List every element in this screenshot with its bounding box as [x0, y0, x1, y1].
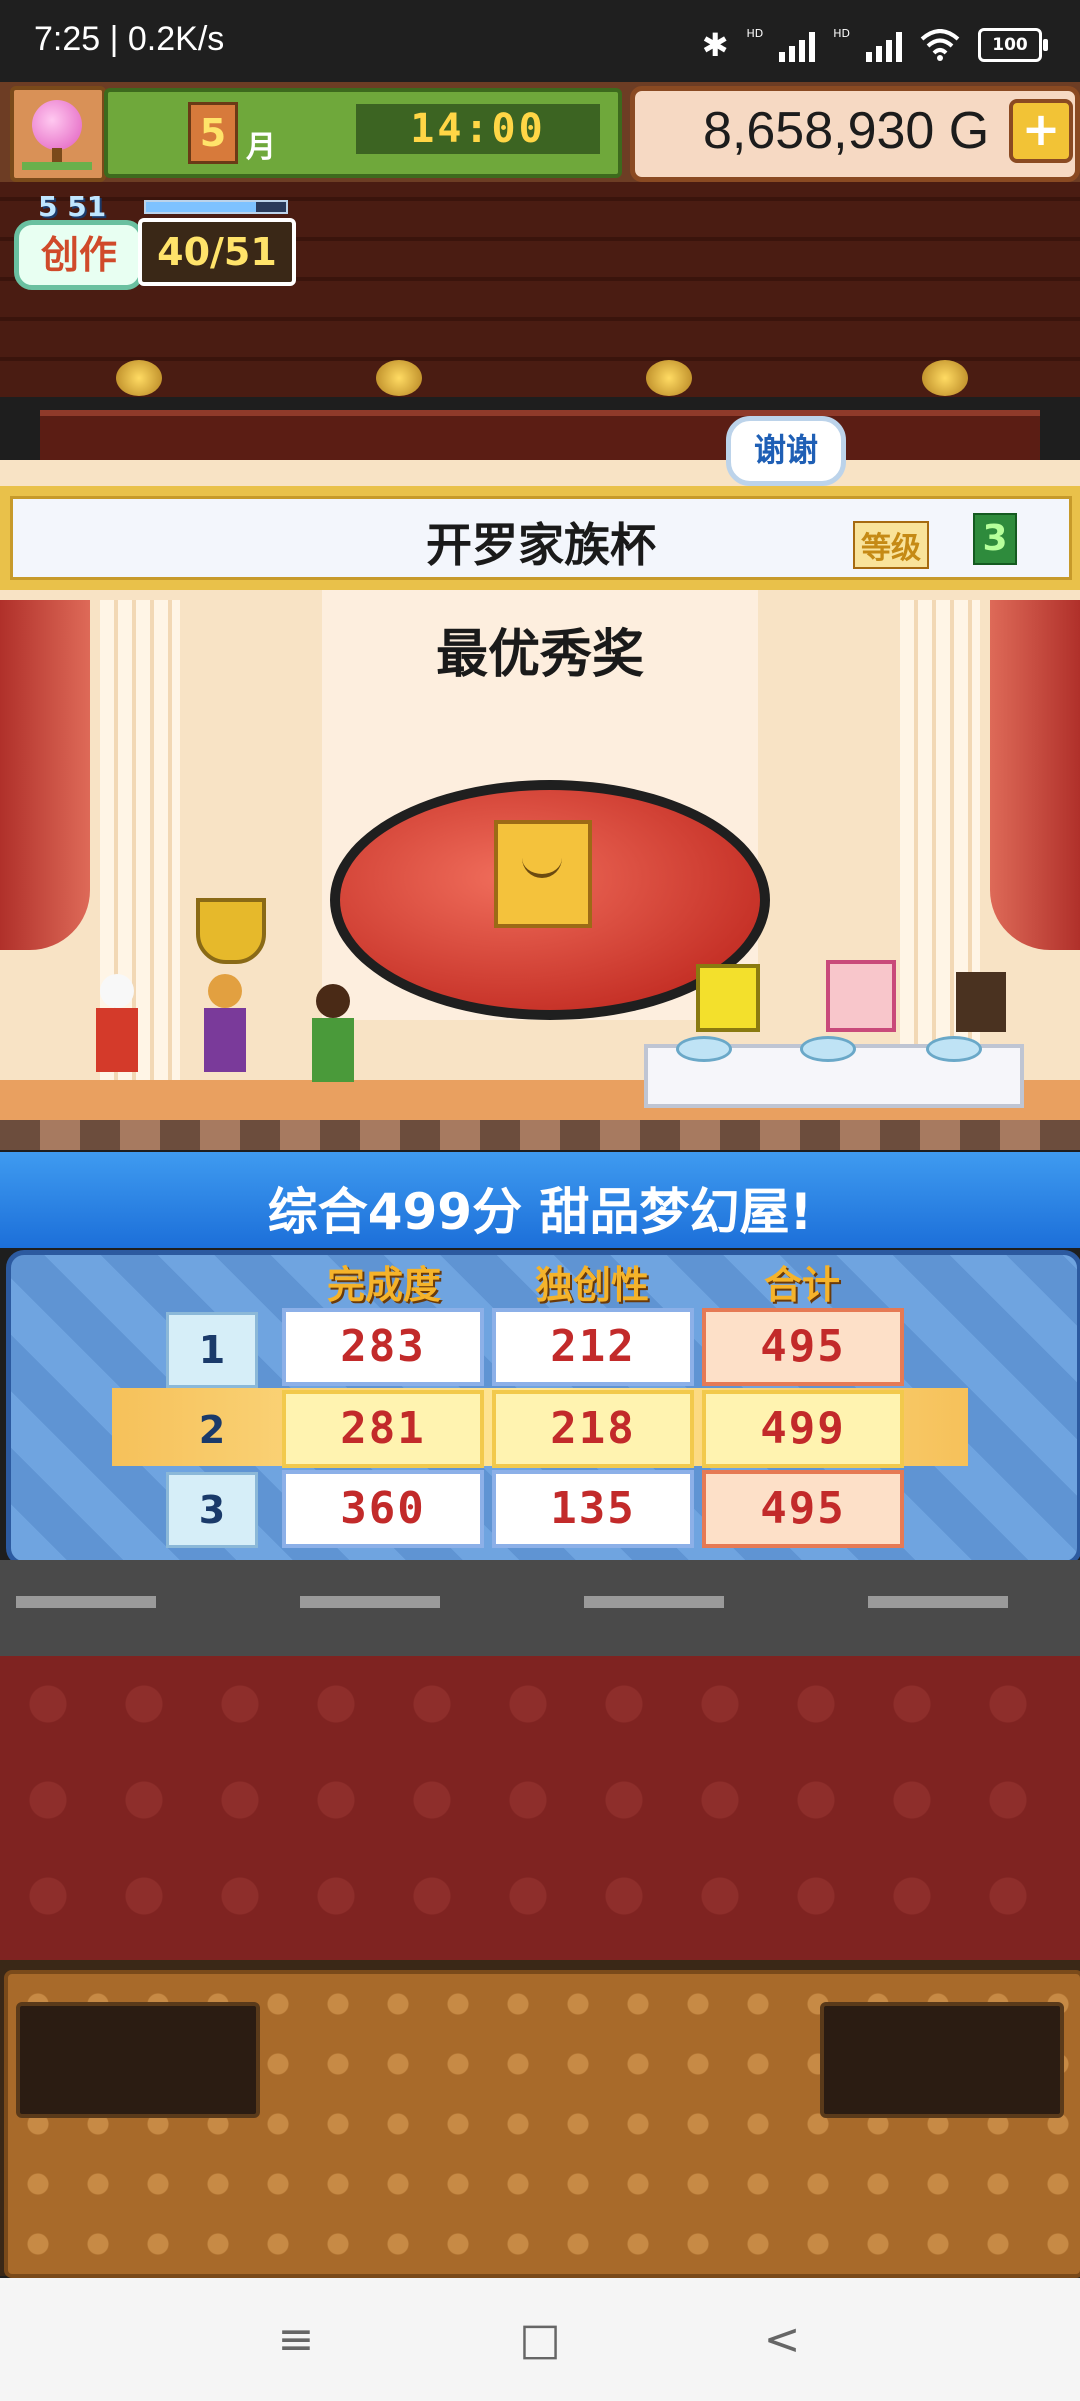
total-score: 499 [702, 1390, 904, 1468]
ceiling-lamp [922, 360, 968, 396]
add-money-button[interactable]: + [1009, 99, 1073, 163]
score-summary-banner: 综合499分 甜品梦幻屋! [0, 1152, 1080, 1248]
money-panel: 8,658,930 G + [630, 86, 1080, 182]
signal-icon [779, 28, 816, 62]
ceiling-beam [40, 410, 1040, 466]
chef-head [100, 974, 134, 1008]
counter-slot-right[interactable] [820, 2002, 1064, 2118]
road [0, 1560, 1080, 1656]
trophy-icon [196, 898, 266, 964]
tree-ground [22, 162, 92, 170]
wifi-icon [920, 29, 960, 61]
ceiling-lamp [116, 360, 162, 396]
ceiling-lamp [646, 360, 692, 396]
ceiling-lights [0, 360, 1080, 400]
judge-brown [956, 972, 1006, 1032]
judge-plate [926, 1036, 982, 1062]
signal-icon-2 [866, 28, 902, 62]
score-summary-text: 综合499分 甜品梦幻屋! [267, 1183, 813, 1241]
hd-label-2: HD [833, 26, 850, 40]
completion-score: 281 [282, 1390, 484, 1468]
judge-pink [826, 960, 896, 1032]
status-icons: ✱ HD HD 100 [701, 26, 1048, 64]
creation-bar-fill [146, 202, 256, 212]
hd-label: HD [746, 26, 764, 40]
battery-icon: 100 [978, 28, 1048, 62]
originality-score: 212 [492, 1308, 694, 1386]
row-rank: 3 [166, 1472, 258, 1548]
creation-small-label: 5 51 [38, 190, 107, 223]
row-rank: 2 [198, 1408, 226, 1452]
road-dash [16, 1596, 156, 1608]
counter-slot-left[interactable] [16, 2002, 260, 2118]
status-bar: 7:25 | 0.2K/s ✱ HD HD 100 [0, 0, 1080, 90]
total-score: 495 [702, 1308, 904, 1386]
month-unit: 月 [246, 130, 276, 165]
staff-body [204, 1008, 246, 1072]
column-header-originality: 独创性 [534, 1263, 649, 1307]
bluetooth-icon: ✱ [701, 26, 729, 64]
event-title-bar: 开罗家族杯 等级 3 [0, 486, 1080, 590]
award-title: 最优秀奖 [435, 625, 644, 685]
creation-progress: 40/51 [138, 218, 296, 286]
carpet-pattern [0, 1656, 1080, 1960]
ceiling-lamp [376, 360, 422, 396]
staff-head [208, 974, 242, 1008]
creation-label: 创作 [14, 220, 144, 290]
row-rank: 1 [166, 1312, 258, 1388]
top-hud: 5 月 14:00 8,658,930 G + [0, 82, 1080, 182]
road-dash [584, 1596, 724, 1608]
judge-kairobot [696, 964, 760, 1032]
menu-icon[interactable]: ≡ [266, 2310, 326, 2370]
creation-badge[interactable]: 5 51 创作 40/51 [8, 190, 296, 290]
thanks-button[interactable]: 谢谢 [726, 416, 846, 486]
date-panel: 5 月 14:00 [104, 88, 622, 178]
audience-row [0, 1120, 1080, 1150]
judge-plate [800, 1036, 856, 1062]
money-amount: 8,658,930 G [703, 102, 990, 160]
staff-character [308, 984, 358, 1094]
game-time: 14:00 [356, 104, 600, 154]
grade-label: 等级 [853, 521, 929, 569]
originality-score: 218 [492, 1390, 694, 1468]
company-avatar[interactable] [10, 86, 106, 182]
chef-character [92, 974, 142, 1084]
cherry-tree-icon [32, 100, 82, 150]
column-header-completion: 完成度 [326, 1263, 441, 1307]
judge-plate [676, 1036, 732, 1062]
month-value: 5 [188, 102, 238, 164]
staff-head [316, 984, 350, 1018]
road-dash [868, 1596, 1008, 1608]
chef-body [96, 1008, 138, 1072]
staff-character [200, 974, 250, 1084]
originality-score: 135 [492, 1470, 694, 1548]
status-time-speed: 7:25 | 0.2K/s [34, 20, 225, 58]
home-icon[interactable]: □ [510, 2310, 570, 2370]
total-score: 495 [702, 1470, 904, 1548]
grade-value: 3 [973, 513, 1017, 565]
kairobot-mascot [494, 820, 592, 928]
event-title-panel: 开罗家族杯 等级 3 [10, 496, 1072, 580]
completion-score: 360 [282, 1470, 484, 1548]
mascot-smile [522, 854, 562, 878]
staff-body [312, 1018, 354, 1082]
road-dash [300, 1596, 440, 1608]
creation-bar-track [144, 200, 288, 214]
completion-score: 283 [282, 1308, 484, 1386]
column-header-total: 合计 [763, 1263, 840, 1307]
back-icon[interactable]: < [752, 2310, 812, 2370]
